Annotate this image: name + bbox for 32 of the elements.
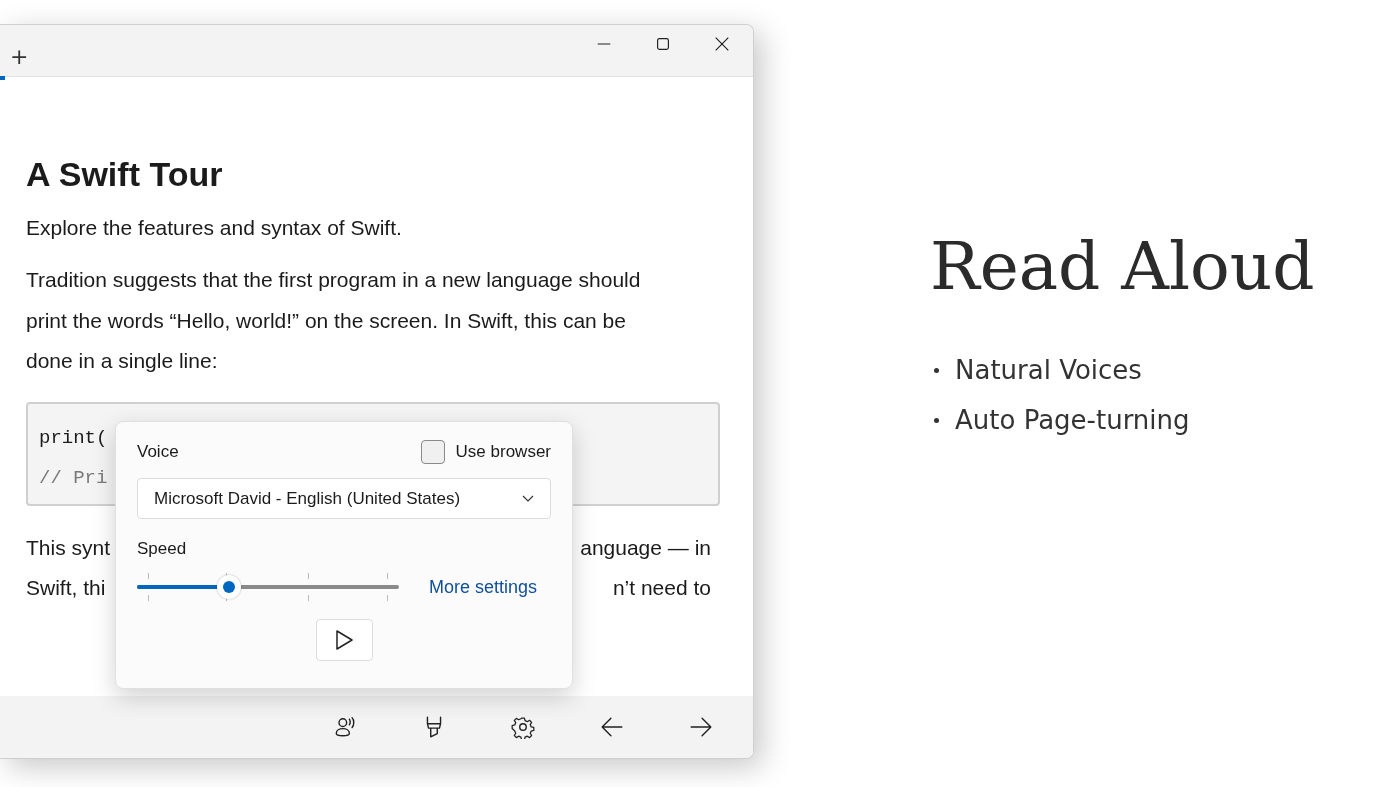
feature-text: Natural Voices — [955, 355, 1142, 385]
more-settings-link[interactable]: More settings — [428, 576, 537, 598]
close-icon[interactable] — [713, 35, 731, 53]
forward-arrow-icon[interactable] — [689, 715, 713, 739]
speed-label: Speed — [137, 539, 188, 559]
checkbox-label: Use browser — [455, 442, 551, 462]
back-arrow-icon[interactable] — [600, 715, 624, 739]
article-text: n’t need to — [612, 574, 711, 601]
bullet-icon — [934, 417, 939, 423]
chevron-down-icon — [522, 494, 534, 503]
article-text: Swift, thi — [26, 574, 106, 601]
new-tab-button[interactable]: + — [4, 45, 35, 69]
tab-indicator — [0, 76, 5, 80]
feature-text: Auto Page-turning — [955, 405, 1190, 435]
play-button[interactable] — [315, 619, 373, 661]
code-line: print( — [39, 425, 108, 451]
code-comment: // Pri — [39, 465, 108, 491]
play-icon — [334, 629, 354, 651]
article-text: This synt — [26, 534, 111, 561]
speed-slider[interactable] — [137, 575, 399, 599]
read-aloud-icon[interactable] — [333, 715, 357, 739]
voice-label: Voice — [137, 442, 179, 462]
voice-dropdown[interactable]: Microsoft David - English (United States) — [137, 478, 551, 519]
article-paragraph: Tradition suggests that the first program in a new language should print the words “Hello, world!” on the screen. In Swift, this can be done in a single line: — [26, 267, 642, 374]
bullet-icon — [934, 367, 939, 373]
article-text: anguage — in — [580, 534, 711, 561]
use-browser-checkbox[interactable] — [420, 440, 445, 464]
promo-title: Read Aloud — [930, 228, 1315, 305]
settings-icon[interactable] — [511, 715, 535, 739]
article-title: A Swift Tour — [26, 155, 224, 194]
maximize-icon[interactable] — [654, 35, 672, 53]
article-subtitle: Explore the features and syntax of Swift. — [26, 216, 403, 240]
